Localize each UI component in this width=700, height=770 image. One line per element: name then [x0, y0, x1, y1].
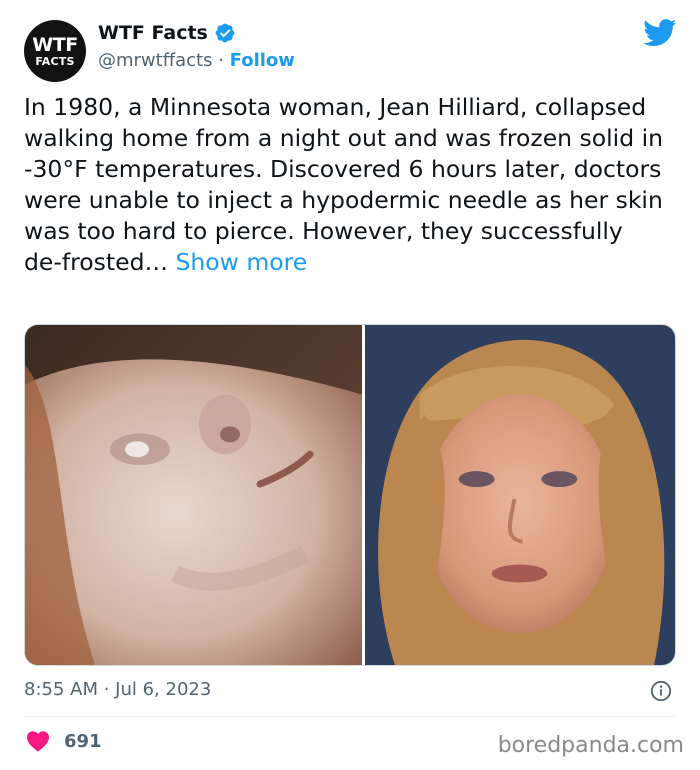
author-handle-row: @mrwtffacts · Follow — [98, 50, 295, 71]
avatar-text-bottom: FACTS — [35, 54, 75, 68]
author-name[interactable]: WTF Facts — [98, 22, 208, 44]
like-action[interactable]: 691 — [26, 730, 102, 752]
follow-button[interactable]: Follow — [230, 50, 295, 71]
handle-separator: · — [212, 50, 230, 71]
twitter-bird-icon[interactable] — [643, 19, 677, 47]
verified-badge-icon — [215, 23, 235, 43]
author-name-row: WTF Facts — [98, 22, 236, 44]
info-icon[interactable] — [650, 680, 672, 702]
woman-portrait-photo-illustration — [365, 325, 675, 665]
like-count: 691 — [64, 730, 102, 752]
heart-icon[interactable] — [26, 730, 50, 752]
tweet-media[interactable] — [24, 324, 676, 666]
avatar[interactable]: WTF FACTS — [24, 20, 86, 82]
frozen-face-photo-illustration — [25, 325, 362, 665]
media-photo-frozen-woman[interactable] — [25, 325, 365, 665]
divider — [24, 716, 676, 717]
tweet-body: In 1980, a Minnesota woman, Jean Hilliar… — [24, 93, 664, 276]
tweet-timestamp[interactable]: 8:55 AM · Jul 6, 2023 — [24, 679, 211, 700]
media-photo-jean-hilliard[interactable] — [365, 325, 675, 665]
avatar-text-top: WTF — [32, 33, 78, 56]
show-more-link[interactable]: Show more — [175, 248, 307, 276]
boredpanda-watermark: boredpanda.com — [497, 733, 684, 758]
author-handle[interactable]: @mrwtffacts — [98, 50, 212, 71]
tweet-text: In 1980, a Minnesota woman, Jean Hilliar… — [24, 92, 664, 278]
